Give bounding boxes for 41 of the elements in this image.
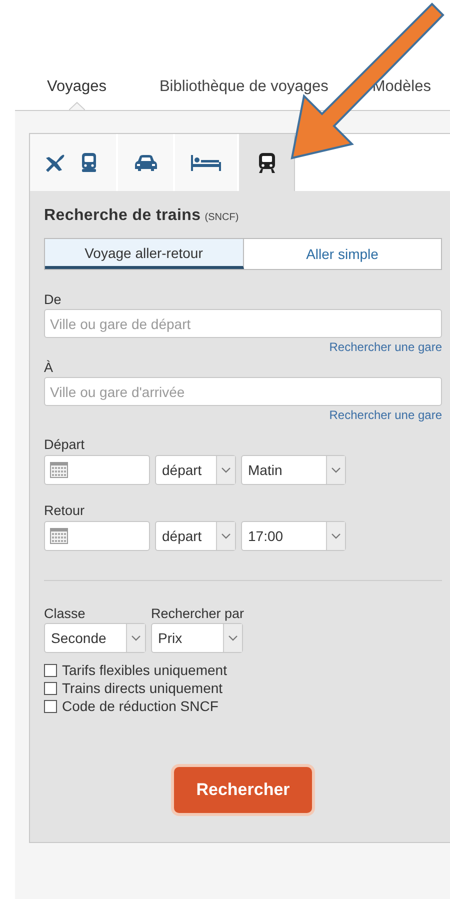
trip-type-tab[interactable]: Voyage aller-retour — [45, 239, 244, 269]
date-field[interactable] — [44, 521, 150, 551]
field-label: Départ — [44, 437, 86, 452]
train-icon — [258, 152, 276, 174]
checkbox[interactable] — [44, 700, 57, 712]
calendar-icon — [50, 462, 68, 478]
checkbox-label: Tarifs flexibles uniquement — [62, 662, 227, 678]
checkbox[interactable] — [44, 682, 57, 694]
checkbox-label: Code de réduction SNCF — [62, 698, 218, 714]
departure-mode-select[interactable]: départ — [155, 455, 236, 485]
station-field[interactable]: Ville ou gare de départ — [44, 309, 442, 338]
field-label: Classe — [44, 606, 86, 621]
field-label: Retour — [44, 503, 86, 518]
station-field[interactable]: Ville ou gare d'arrivée — [44, 377, 442, 406]
chevron-down-icon — [126, 624, 145, 652]
chevron-down-icon — [216, 522, 235, 550]
nav-tab[interactable]: Bibliothèque de voyages — [159, 76, 328, 110]
mode-tab[interactable] — [239, 134, 295, 191]
option-select[interactable]: Seconde — [44, 623, 146, 653]
find-station-link[interactable]: Rechercher une gare — [44, 340, 442, 355]
title-note: (SNCF) — [204, 212, 239, 223]
field-label: Rechercher par — [151, 606, 244, 621]
field-label: À — [44, 360, 54, 375]
chevron-down-icon — [216, 456, 235, 484]
calendar-icon — [50, 528, 68, 544]
time-select[interactable]: Matin — [241, 455, 346, 485]
bed-icon — [190, 154, 222, 172]
chevron-down-icon — [326, 522, 345, 550]
field-label: De — [44, 292, 62, 307]
date-field[interactable] — [44, 455, 150, 485]
form-title: Recherche de trains — [44, 207, 201, 225]
time-select[interactable]: 17:00 — [241, 521, 346, 551]
departure-mode-select[interactable]: départ — [155, 521, 236, 551]
chevron-down-icon — [326, 456, 345, 484]
option-select[interactable]: Prix — [151, 623, 243, 653]
checkbox-label: Trains directs uniquement — [62, 680, 223, 696]
car-icon — [134, 154, 158, 172]
chevron-down-icon — [223, 624, 242, 652]
find-station-link[interactable]: Rechercher une gare — [44, 408, 442, 423]
search-button[interactable]: Rechercher — [174, 767, 312, 813]
checkbox[interactable] — [44, 664, 57, 676]
